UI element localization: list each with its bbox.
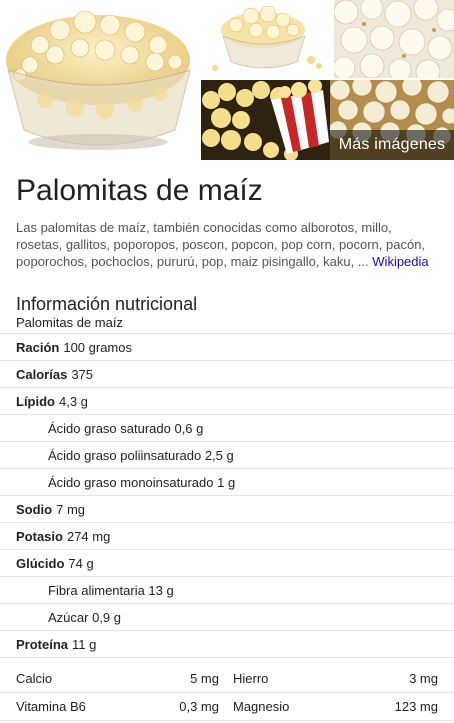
mineral-cell: Hierro 3 mg xyxy=(233,671,452,686)
nutrition-row-sodio: Sodio 7 mg xyxy=(0,496,454,523)
row-value: Ácido graso saturado 0,6 g xyxy=(48,420,204,436)
row-value: 7 mg xyxy=(56,501,86,517)
description-text: Las palomitas de maíz, también conocidas… xyxy=(16,220,426,269)
nutrition-row-proteina: Proteína 11 g xyxy=(0,631,454,658)
mineral-cell: Calcio 5 mg xyxy=(0,671,233,686)
minerals-row: Calcio 5 mg Hierro 3 mg xyxy=(0,665,454,693)
row-value: 274 mg xyxy=(66,528,111,544)
nutrition-subrow-saturado: Ácido graso saturado 0,6 g xyxy=(0,415,454,442)
mineral-cell: Vitamina B6 0,3 mg xyxy=(0,699,233,714)
row-value: Ácido graso monoinsaturado 1 g xyxy=(48,474,236,490)
row-label: Calorías xyxy=(16,366,68,382)
popcorn-closeup-image[interactable] xyxy=(334,0,454,78)
row-value: Azúcar 0,9 g xyxy=(48,609,121,625)
popcorn-glass-image[interactable] xyxy=(201,0,332,78)
mineral-name: Magnesio xyxy=(233,699,290,714)
nutrition-subrow-azucar: Azúcar 0,9 g xyxy=(0,604,454,631)
mineral-name: Hierro xyxy=(233,671,269,686)
row-value: 74 g xyxy=(68,555,94,571)
nutrition-row-racion: Ración 100 gramos xyxy=(0,334,454,361)
popcorn-pile-image[interactable]: Más imágenes xyxy=(330,80,454,160)
mineral-cell: Magnesio 123 mg xyxy=(233,699,452,714)
nutrition-subrow-fibra: Fibra alimentaria 13 g xyxy=(0,577,454,604)
mineral-value: 5 mg xyxy=(190,671,219,686)
row-label: Ración xyxy=(16,339,60,355)
entity-title: Palomitas de maíz xyxy=(16,174,263,207)
nutrition-row-glucido: Glúcido 74 g xyxy=(0,550,454,577)
nutrition-subrow-poliinsaturado: Ácido graso poliinsaturado 2,5 g xyxy=(0,442,454,469)
wikipedia-link[interactable]: Wikipedia xyxy=(372,254,428,269)
row-value: 4,3 g xyxy=(59,393,88,409)
mineral-name: Vitamina B6 xyxy=(16,699,86,714)
nutrition-row-calorias: Calorías 375 xyxy=(0,361,454,388)
nutrition-heading: Información nutricional xyxy=(16,294,198,314)
row-label: Proteína xyxy=(16,636,69,652)
mineral-value: 3 mg xyxy=(409,671,438,686)
popcorn-bowl-image[interactable] xyxy=(0,0,199,160)
nutrition-subheading: Palomitas de maíz xyxy=(16,315,123,330)
row-value: 100 gramos xyxy=(63,339,132,355)
minerals-row: Vitamina B6 0,3 mg Magnesio 123 mg xyxy=(0,693,454,721)
nutrition-subrow-monoinsaturado: Ácido graso monoinsaturado 1 g xyxy=(0,469,454,496)
popcorn-bucket-image[interactable] xyxy=(201,80,332,160)
more-images-label[interactable]: Más imágenes xyxy=(330,130,454,160)
row-label: Potasio xyxy=(16,528,63,544)
row-label: Glúcido xyxy=(16,555,65,571)
row-label: Lípido xyxy=(16,393,55,409)
minerals-table: Calcio 5 mg Hierro 3 mg Vitamina B6 0,3 mg … xyxy=(0,665,454,721)
nutrition-table: Ración 100 gramos Calorías 375 Lípido 4,3 g… xyxy=(0,333,454,658)
row-value: Ácido graso poliinsaturado 2,5 g xyxy=(48,447,234,463)
row-label: Sodio xyxy=(16,501,53,517)
row-value: Fibra alimentaria 13 g xyxy=(48,582,174,598)
row-value: 11 g xyxy=(72,636,97,652)
row-value: 375 xyxy=(71,366,94,382)
image-collage: Más imágenes xyxy=(0,0,454,160)
mineral-value: 123 mg xyxy=(394,699,438,714)
entity-description: Las palomitas de maíz, también conocidas… xyxy=(16,219,438,270)
nutrition-row-lipido: Lípido 4,3 g xyxy=(0,388,454,415)
nutrition-row-potasio: Potasio 274 mg xyxy=(0,523,454,550)
mineral-name: Calcio xyxy=(16,671,53,686)
mineral-value: 0,3 mg xyxy=(179,699,219,714)
